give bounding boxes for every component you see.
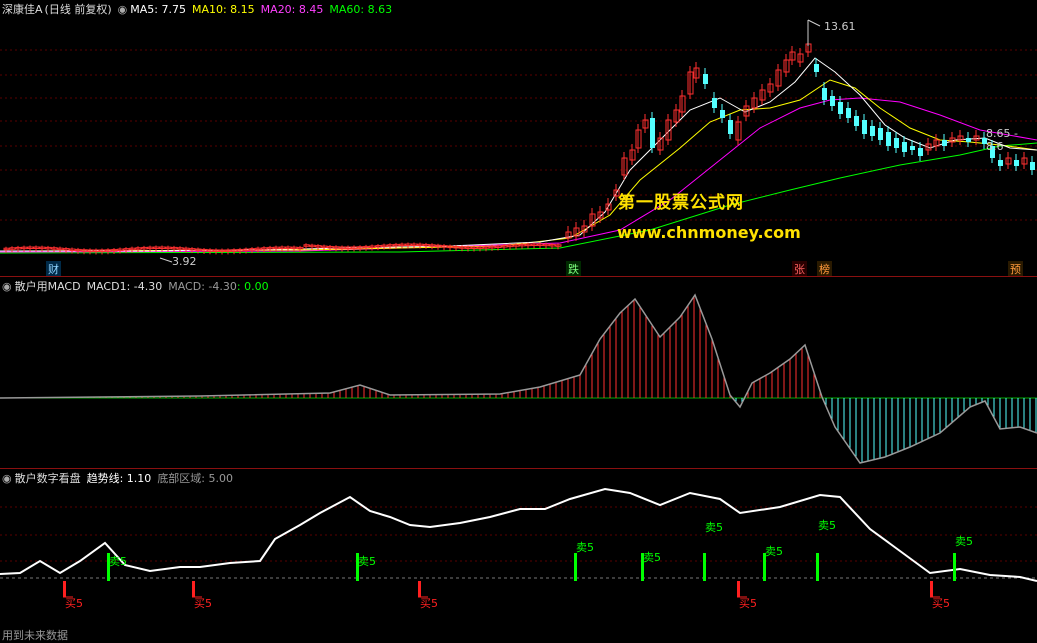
candle-body [894,138,899,148]
buy-label: 买5 [739,597,757,610]
candle-body [870,126,875,136]
candle-body [886,132,891,146]
macd-value: MACD: -4.30 [168,280,237,293]
candle-body [650,118,655,148]
price-chart[interactable] [0,0,1037,277]
candle-body [720,110,725,118]
digit-panel-header: ◉ 散户数字看盘 趋势线: 1.10 底部区域: 5.00 [2,470,239,486]
candle-body [703,74,708,84]
candle-body [854,116,859,126]
digit-title: 散户数字看盘 [14,472,81,485]
buy-label: 买5 [420,597,438,610]
macd-chart[interactable] [0,277,1037,469]
candle-body [1014,160,1019,166]
ma60-value: MA60: 8.63 [329,3,393,16]
candle-body [942,140,947,146]
ma5-line [0,57,1037,252]
candle-body [878,128,883,140]
buy-label: 买5 [194,597,212,610]
candle-body [838,102,843,114]
candle-body [998,160,1003,166]
candle-body [910,146,915,150]
eye-icon[interactable]: ◉ [118,3,128,16]
sell-signal-bar [574,553,577,581]
sell-signal-bar [953,553,956,581]
sell-signal-bar [816,553,819,581]
event-tag-bang[interactable]: 榜 [817,261,832,277]
sell-label: 卖5 [955,535,973,548]
digit-chart[interactable] [0,469,1037,643]
trend-value: 趋势线: 1.10 [86,472,152,485]
digit-panel[interactable]: ◉ 散户数字看盘 趋势线: 1.10 底部区域: 5.00 卖5 卖5 卖5 卖5 卖… [0,469,1037,643]
candle-body [728,120,733,134]
event-tag-yu[interactable]: 预 [1008,261,1023,277]
sell-label: 卖5 [765,545,783,558]
stock-name: 深康佳A [2,3,43,16]
eye-icon[interactable]: ◉ [2,280,12,293]
ma60-line [0,142,1037,254]
buy-label: 买5 [932,597,950,610]
eye-icon[interactable]: ◉ [2,472,12,485]
sell-label: 卖5 [109,555,127,568]
bottom-value: 底部区域: 5.00 [157,472,234,485]
price-panel[interactable]: 深康佳A (日线 前复权) ◉ MA5: 7.75 MA10: 8.15 MA20: 8.… [0,0,1037,277]
candle-body [918,148,923,156]
candle-body [712,98,717,108]
right-price-label: 8.65 - 8.6 [986,127,1018,153]
candle-body [902,142,907,152]
candle-body [1030,162,1035,170]
sell-label: 卖5 [643,551,661,564]
macd-line [0,293,1037,464]
sell-label: 卖5 [576,541,594,554]
event-tag-zhang[interactable]: 张 [792,261,807,277]
future-data-note: 用到未来数据 [2,629,68,642]
candle-body [822,88,827,100]
watermark-url: www.chnmoney.com [617,223,801,242]
candle-body [814,64,819,72]
price-panel-header: 深康佳A (日线 前复权) ◉ MA5: 7.75 MA10: 8.15 MA20: 8.… [2,1,398,17]
sell-label: 卖5 [818,519,836,532]
sell-label: 卖5 [358,555,376,568]
event-tag-cai[interactable]: 财 [46,261,61,277]
candle-body [966,138,971,142]
macd-panel[interactable]: ◉ 散户用MACD MACD1: -4.30 MACD: -4.30: 0.00 [0,277,1037,469]
period-label: (日线 前复权) [44,3,112,16]
ma20-value: MA20: 8.45 [260,3,324,16]
macd-title: 散户用MACD [14,280,81,293]
ma5-value: MA5: 7.75 [130,3,186,16]
sell-label: 卖5 [705,521,723,534]
low-price-label: 3.92 [172,255,197,268]
sell-signal-bar [703,553,706,581]
candle-body [846,108,851,118]
high-marker [807,19,821,27]
macd-panel-header: ◉ 散户用MACD MACD1: -4.30 MACD: -4.30: 0.00 [2,278,275,294]
candle-body [862,120,867,134]
dif-value: : 0.00 [236,280,269,293]
watermark-cn: 第一股票公式网 [618,193,744,213]
ma10-value: MA10: 8.15 [191,3,255,16]
macd1-value: MACD1: -4.30 [86,280,163,293]
ma10-line [0,79,1037,252]
buy-label: 买5 [65,597,83,610]
high-price-label: 13.61 [824,20,856,33]
candle-body [830,96,835,106]
event-tag-die[interactable]: 跌 [566,261,581,277]
